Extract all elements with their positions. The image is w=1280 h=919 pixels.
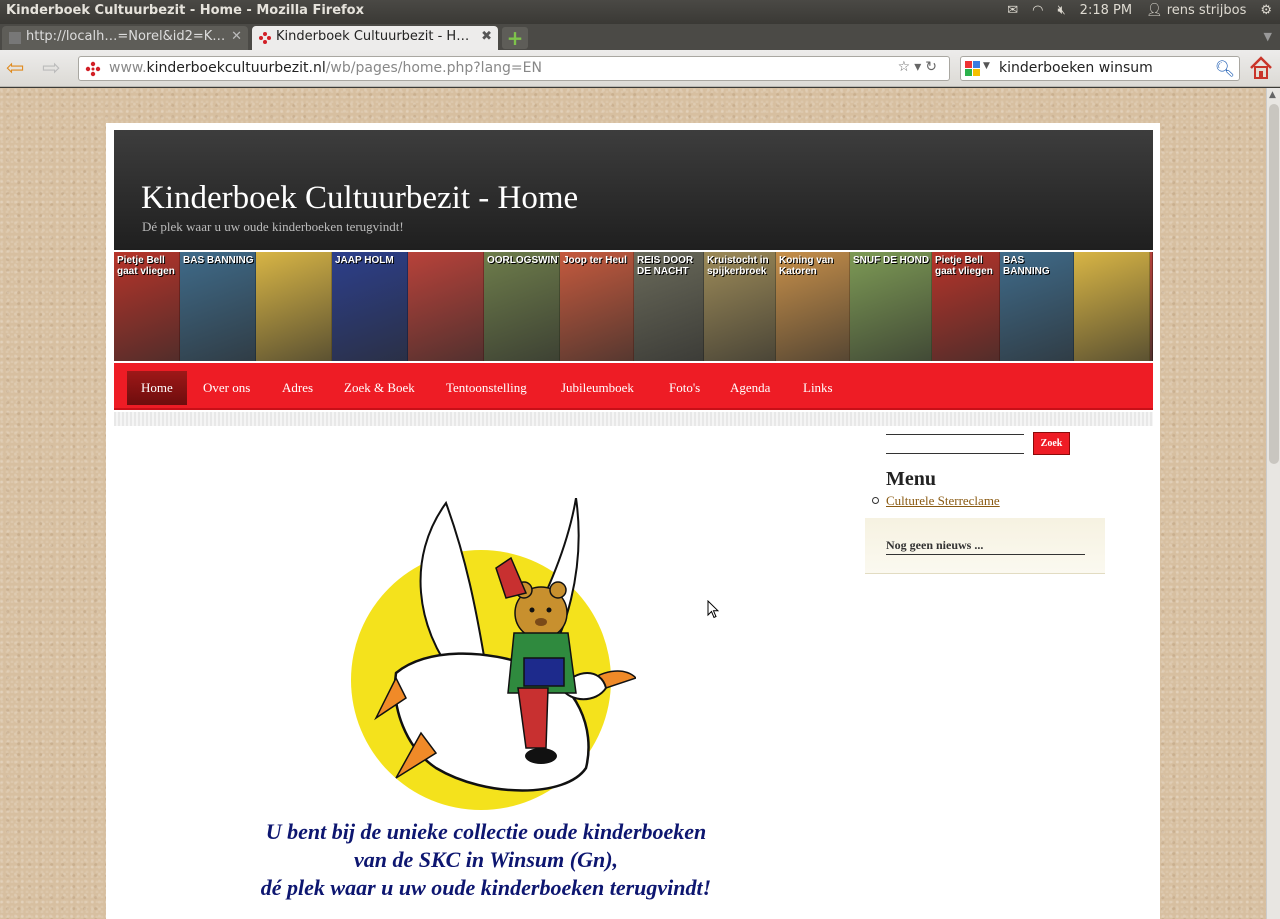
bullet-icon <box>872 497 879 504</box>
nav-item-jubileumboek[interactable]: Jubileumboek <box>561 371 634 405</box>
book-cover: JAAP HOLM <box>332 252 408 361</box>
mail-icon[interactable]: ✉ <box>1007 3 1018 18</box>
tab-list-icon[interactable]: ▼ <box>1264 30 1272 43</box>
intro-line: U bent bij de unieke collectie oude kind… <box>265 819 707 844</box>
site-favicon-icon <box>85 61 101 77</box>
page-viewport: Kinderboek Cultuurbezit - Home Dé plek w… <box>0 88 1266 919</box>
reload-icon[interactable]: ↻ <box>925 59 941 75</box>
site-title: Kinderboek Cultuurbezit - Home <box>141 180 579 216</box>
search-icon[interactable]: 🔍︎ <box>1215 59 1235 78</box>
sidebar-menu-list: Culturele Sterreclame <box>872 493 1000 509</box>
book-cover-title: JAAP HOLM <box>335 255 394 266</box>
user-menu[interactable]: 👤︎ rens strijbos <box>1146 3 1246 18</box>
wifi-icon[interactable]: ◠ <box>1032 3 1043 18</box>
bookmark-star-icon[interactable]: ☆ <box>898 59 915 75</box>
url-domain: kinderboekcultuurbezit.nl <box>146 60 326 76</box>
search-bar[interactable]: ▼ kinderboeken winsum 🔍︎ <box>960 56 1240 81</box>
book-cover: Pietje Bell gaat vliegen <box>932 252 1000 361</box>
scrollbar-thumb[interactable] <box>1269 104 1279 464</box>
sidebar-search-input[interactable] <box>886 434 1024 454</box>
book-cover <box>1150 252 1153 361</box>
url-bar[interactable]: www.kinderboekcultuurbezit.nl/wb/pages/h… <box>78 56 950 81</box>
nav-item-foto-s[interactable]: Foto's <box>669 371 700 405</box>
news-text: Nog geen nieuws ... <box>886 538 1085 555</box>
book-cover <box>256 252 332 361</box>
book-cover: Koning van Katoren <box>776 252 850 361</box>
book-cover: REIS DOOR DE NACHT <box>634 252 704 361</box>
url-path: /wb/pages/home.php?lang=EN <box>325 60 542 76</box>
book-cover-title: Pietje Bell gaat vliegen <box>117 255 175 277</box>
engine-dropdown-icon[interactable]: ▼ <box>983 61 990 71</box>
book-cover-title: OORLOGSWINTER <box>487 255 559 266</box>
navigation-toolbar: ⇦ ⇨ www.kinderboekcultuurbezit.nl/wb/pag… <box>0 50 1280 87</box>
sidebar-search-button[interactable]: Zoek <box>1033 432 1070 455</box>
os-top-bar: Kinderboek Cultuurbezit - Home - Mozilla… <box>0 0 1280 24</box>
sidebar-menu-title: Menu <box>886 468 936 490</box>
new-tab-button[interactable]: + <box>502 27 528 49</box>
book-cover <box>1074 252 1150 361</box>
search-input[interactable]: kinderboeken winsum <box>999 60 1153 76</box>
book-cover-title: BAS BANNING <box>1003 255 1050 277</box>
book-cover-title: SNUF DE HOND <box>853 255 930 266</box>
mouse-cursor-icon <box>707 600 719 619</box>
clock[interactable]: 2:18 PM <box>1080 3 1132 18</box>
back-arrow-icon[interactable]: ⇦ <box>6 56 24 81</box>
page-icon <box>9 32 21 44</box>
vertical-scrollbar[interactable]: ▲ <box>1266 88 1280 919</box>
book-cover-title: REIS DOOR DE NACHT <box>637 255 694 277</box>
tab-label: Kinderboek Cultuurbezit - H… <box>276 29 470 44</box>
site-header: Kinderboek Cultuurbezit - Home Dé plek w… <box>114 130 1153 250</box>
gear-icon[interactable]: ⚙ <box>1260 3 1272 18</box>
news-box: Nog geen nieuws ... <box>865 518 1105 574</box>
scroll-up-icon[interactable]: ▲ <box>1269 90 1276 100</box>
nav-item-zoek-boek[interactable]: Zoek & Boek <box>344 371 415 405</box>
nav-item-home[interactable]: Home <box>127 371 187 405</box>
intro-text: U bent bij de unieke collectie oude kind… <box>216 818 756 902</box>
book-cover: BAS BANNING <box>1000 252 1074 361</box>
book-cover: Pietje Bell gaat vliegen <box>114 252 180 361</box>
home-icon[interactable] <box>1248 55 1274 81</box>
forward-arrow-icon[interactable]: ⇨ <box>42 56 60 81</box>
book-cover-title: Joop ter Heul <box>563 255 627 266</box>
tab-localhost[interactable]: http://localh…=Norel&id2=K… ✕ <box>2 26 248 50</box>
tab-strip: http://localh…=Norel&id2=K… ✕ Kinderboek… <box>0 24 1280 50</box>
book-cover-title: Koning van Katoren <box>779 255 834 277</box>
volume-muted-icon[interactable]: 🔇︎ <box>1057 3 1065 18</box>
nav-item-agenda[interactable]: Agenda <box>730 371 770 405</box>
user-name: rens strijbos <box>1166 3 1247 18</box>
book-cover-title: Pietje Bell gaat vliegen <box>935 255 993 277</box>
user-icon: 👤︎ <box>1146 3 1163 18</box>
intro-line: dé plek waar u uw oude kinderboeken teru… <box>260 875 712 900</box>
window-title: Kinderboek Cultuurbezit - Home - Mozilla… <box>6 3 364 18</box>
close-icon[interactable]: ✕ <box>231 29 242 44</box>
close-icon[interactable]: ✖ <box>481 29 492 44</box>
intro-line: van de SKC in Winsum (Gn), <box>353 847 619 872</box>
book-cover <box>408 252 484 361</box>
nav-item-tentoonstelling[interactable]: Tentoonstelling <box>446 371 527 405</box>
page-container: Kinderboek Cultuurbezit - Home Dé plek w… <box>106 123 1160 919</box>
url-prefix: www. <box>109 60 147 76</box>
book-cover: OORLOGSWINTER <box>484 252 560 361</box>
tab-label: http://localh…=Norel&id2=K… <box>26 29 226 44</box>
nav-item-adres[interactable]: Adres <box>282 371 313 405</box>
site-favicon-icon <box>259 32 271 44</box>
book-cover-banner: Pietje Bell gaat vliegen BAS BANNING JAAP … <box>114 252 1153 361</box>
sidebar-link-culturele-sterreclame[interactable]: Culturele Sterreclame <box>886 493 1000 508</box>
goose-bear-logo <box>351 498 636 810</box>
google-icon[interactable] <box>965 61 981 77</box>
nav-item-over-ons[interactable]: Over ons <box>203 371 250 405</box>
nav-shadow-strip <box>114 412 1153 426</box>
book-cover: Joop ter Heul <box>560 252 634 361</box>
book-cover: SNUF DE HOND <box>850 252 932 361</box>
main-navigation: Home Over ons Adres Zoek & Boek Tentoonstell… <box>114 363 1153 410</box>
site-subtitle: Dé plek waar u uw oude kinderboeken teru… <box>142 219 404 234</box>
book-cover: Kruistocht in spijkerbroek <box>704 252 776 361</box>
history-dropdown-icon[interactable]: ▾ <box>914 59 925 75</box>
book-cover-title: BAS BANNING <box>183 255 254 266</box>
book-cover-title: Kruistocht in spijkerbroek <box>707 255 769 277</box>
tab-kinderboek[interactable]: Kinderboek Cultuurbezit - H… ✖ <box>252 26 498 50</box>
book-cover: BAS BANNING <box>180 252 256 361</box>
nav-item-links[interactable]: Links <box>803 371 833 405</box>
